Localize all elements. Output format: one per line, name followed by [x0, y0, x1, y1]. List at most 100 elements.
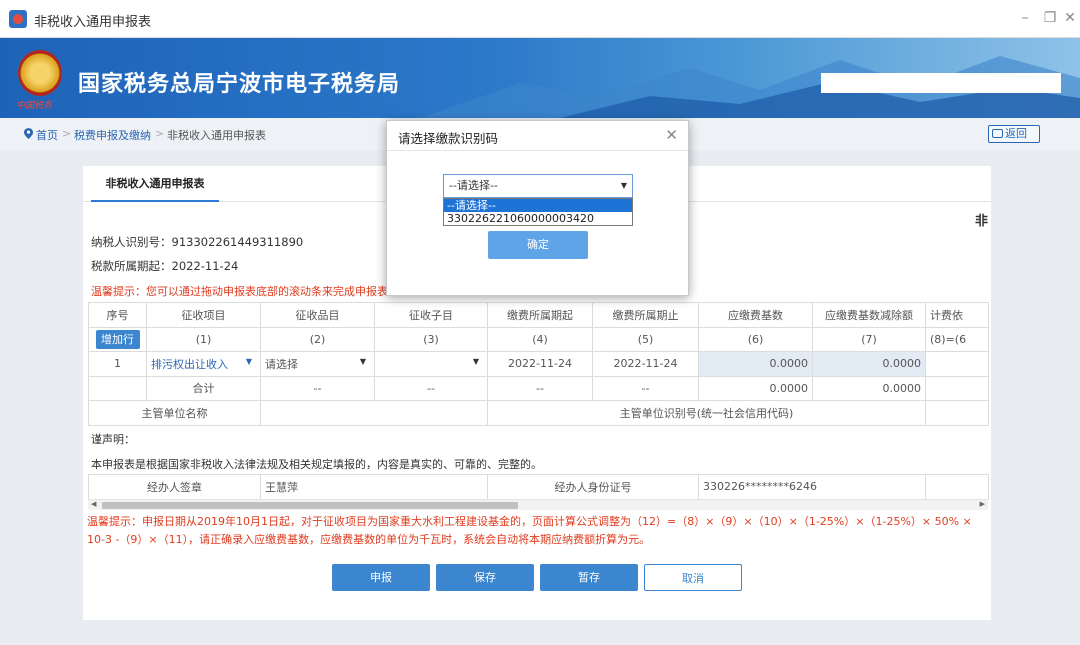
signer-id-value[interactable]: 330226********6246 — [698, 474, 926, 500]
org-id-label: 主管单位识别号(统一社会信用代码) — [487, 400, 926, 426]
levy-subsub-select[interactable]: ▼ — [374, 351, 488, 377]
col-header: 应缴费基数减除额 — [812, 302, 926, 328]
close-icon[interactable]: ✕ — [665, 126, 678, 144]
org-id-value[interactable] — [925, 400, 989, 426]
dropdown-option[interactable]: --请选择-- — [444, 199, 632, 212]
signer-id-label: 经办人身份证号 — [487, 474, 699, 500]
save-button[interactable]: 保存 — [436, 564, 534, 591]
site-banner: 中国税务 国家税务总局宁波市电子税务局 — [0, 38, 1080, 118]
total-cell: -- — [260, 375, 375, 401]
chevron-down-icon: ▼ — [245, 357, 252, 366]
total-cell: -- — [374, 375, 488, 401]
total-base: 0.0000 — [698, 375, 813, 401]
declaration-table: 序号 征收项目 征收品目 征收子目 缴费所属期起 缴费所属期止 应缴费基数 应缴… — [88, 302, 989, 426]
col-code: (2) — [260, 326, 375, 352]
scrollbar-thumb[interactable] — [102, 502, 518, 509]
declaration-title: 谨声明： — [91, 433, 135, 446]
col-code: (5) — [592, 326, 699, 352]
emblem-caption: 中国税务 — [16, 101, 53, 111]
table-header-row: 序号 征收项目 征收品目 征收子目 缴费所属期起 缴费所属期止 应缴费基数 应缴… — [88, 302, 989, 328]
breadcrumb-fee-declaration[interactable]: 税费申报及缴纳 — [74, 127, 151, 143]
fee-deduction-input[interactable]: 0.0000 — [812, 351, 926, 377]
submit-button[interactable]: 申报 — [332, 564, 430, 591]
user-info-box — [821, 73, 1061, 93]
org-name-label: 主管单位名称 — [88, 400, 261, 426]
col-code: (1) — [146, 326, 261, 352]
total-row: 合计 -- -- -- -- 0.0000 0.0000 — [88, 375, 989, 401]
chevron-down-icon: ▼ — [472, 357, 479, 366]
declaration-text: 本申报表是根据国家非税收入法律法规及相关规定填报的，内容是真实的、可靠的、完整的… — [91, 458, 542, 471]
app-logo-icon — [9, 10, 27, 28]
table-row: 1 排污权出让收入 ▼ 请选择 ▼ ▼ 2022-11-24 2022-11-24 … — [88, 351, 989, 377]
breadcrumb-separator: > — [155, 127, 165, 140]
confirm-button[interactable]: 确定 — [488, 231, 588, 259]
levy-item-value: 排污权出让收入 — [151, 357, 228, 371]
banner-title: 国家税务总局宁波市电子税务局 — [78, 72, 401, 97]
add-row-cell: 增加行 — [88, 326, 147, 352]
period-start-cell[interactable]: 2022-11-24 — [487, 351, 593, 377]
empty-cell — [925, 474, 989, 500]
scroll-tip: 温馨提示：您可以通过拖动申报表底部的滚动条来完成申报表在 — [91, 285, 391, 298]
signer-row: 经办人签章 王慧萍 经办人身份证号 330226********6246 — [88, 474, 989, 500]
back-button[interactable]: 返回 — [988, 125, 1040, 143]
levy-subitem-select[interactable]: 请选择 ▼ — [260, 351, 375, 377]
scroll-left-icon[interactable]: ◀ — [91, 500, 96, 508]
payment-code-select[interactable]: --请选择-- ▼ — [443, 174, 633, 198]
levy-subitem-value: 请选择 — [265, 357, 298, 371]
col-header: 应缴费基数 — [698, 302, 813, 328]
calc-cell — [925, 351, 989, 377]
taxpayer-id: 纳税人识别号：913302261449311890 — [91, 235, 304, 249]
horizontal-scrollbar[interactable]: ◀ ▶ — [88, 499, 988, 510]
restore-icon[interactable]: ❐ — [1040, 8, 1060, 28]
total-cell: -- — [592, 375, 699, 401]
close-window-icon[interactable]: ✕ — [1060, 8, 1080, 28]
signer-table: 经办人签章 王慧萍 经办人身份证号 330226********6246 — [88, 474, 989, 500]
total-cell: -- — [487, 375, 593, 401]
payment-code-dropdown: --请选择-- 330226221060000003420 — [443, 198, 633, 226]
levy-item-select[interactable]: 排污权出让收入 ▼ — [146, 351, 261, 377]
window-title: 非税收入通用申报表 — [34, 15, 152, 30]
breadcrumb-separator: > — [62, 127, 72, 140]
dialog-header: 请选择缴款识别码 ✕ — [387, 121, 688, 151]
bottom-tip: 温馨提示：申报日期从2019年10月1日起，对于征收项目为国家重大水利工程建设基… — [87, 515, 972, 546]
back-button-label: 返回 — [1005, 127, 1027, 140]
empty-cell — [88, 375, 147, 401]
empty-cell — [925, 375, 989, 401]
col-code: (6) — [698, 326, 813, 352]
fee-base-input[interactable]: 0.0000 — [698, 351, 813, 377]
window-titlebar: 非税收入通用申报表 – ❐ ✕ — [0, 0, 1080, 38]
period-start: 税款所属期起：2022-11-24 — [91, 259, 239, 273]
chevron-down-icon: ▼ — [359, 357, 366, 366]
location-pin-icon — [24, 128, 33, 139]
return-icon — [992, 129, 1003, 138]
org-name-value[interactable] — [260, 400, 488, 426]
col-code: (3) — [374, 326, 488, 352]
col-header: 缴费所属期止 — [592, 302, 699, 328]
tab-non-tax-declaration[interactable]: 非税收入通用申报表 — [91, 166, 219, 202]
dropdown-option[interactable]: 330226221060000003420 — [444, 212, 632, 225]
period-end-cell[interactable]: 2022-11-24 — [592, 351, 699, 377]
signer-label: 经办人签章 — [88, 474, 261, 500]
signer-value[interactable]: 王慧萍 — [260, 474, 488, 500]
col-header: 序号 — [88, 302, 147, 328]
temp-save-button[interactable]: 暂存 — [540, 564, 638, 591]
org-row: 主管单位名称 主管单位识别号(统一社会信用代码) — [88, 400, 989, 426]
national-emblem-icon — [18, 50, 62, 96]
col-code: (4) — [487, 326, 593, 352]
col-code: (7) — [812, 326, 926, 352]
breadcrumb-home[interactable]: 首页 — [36, 127, 58, 143]
col-header: 计费依 — [925, 302, 989, 328]
payment-code-dialog: 请选择缴款识别码 ✕ --请选择-- ▼ --请选择-- 33022622106… — [386, 120, 689, 296]
chevron-down-icon: ▼ — [620, 181, 627, 190]
select-value: --请选择-- — [449, 179, 498, 192]
total-label: 合计 — [146, 375, 261, 401]
scroll-right-icon[interactable]: ▶ — [980, 500, 985, 508]
col-code: (8)=(6 — [925, 326, 989, 352]
col-header: 征收项目 — [146, 302, 261, 328]
col-header: 征收子目 — [374, 302, 488, 328]
col-header: 征收品目 — [260, 302, 375, 328]
cancel-button[interactable]: 取消 — [644, 564, 742, 591]
minimize-icon[interactable]: – — [1015, 8, 1035, 28]
add-row-button[interactable]: 增加行 — [95, 329, 140, 349]
row-seq: 1 — [88, 351, 147, 377]
